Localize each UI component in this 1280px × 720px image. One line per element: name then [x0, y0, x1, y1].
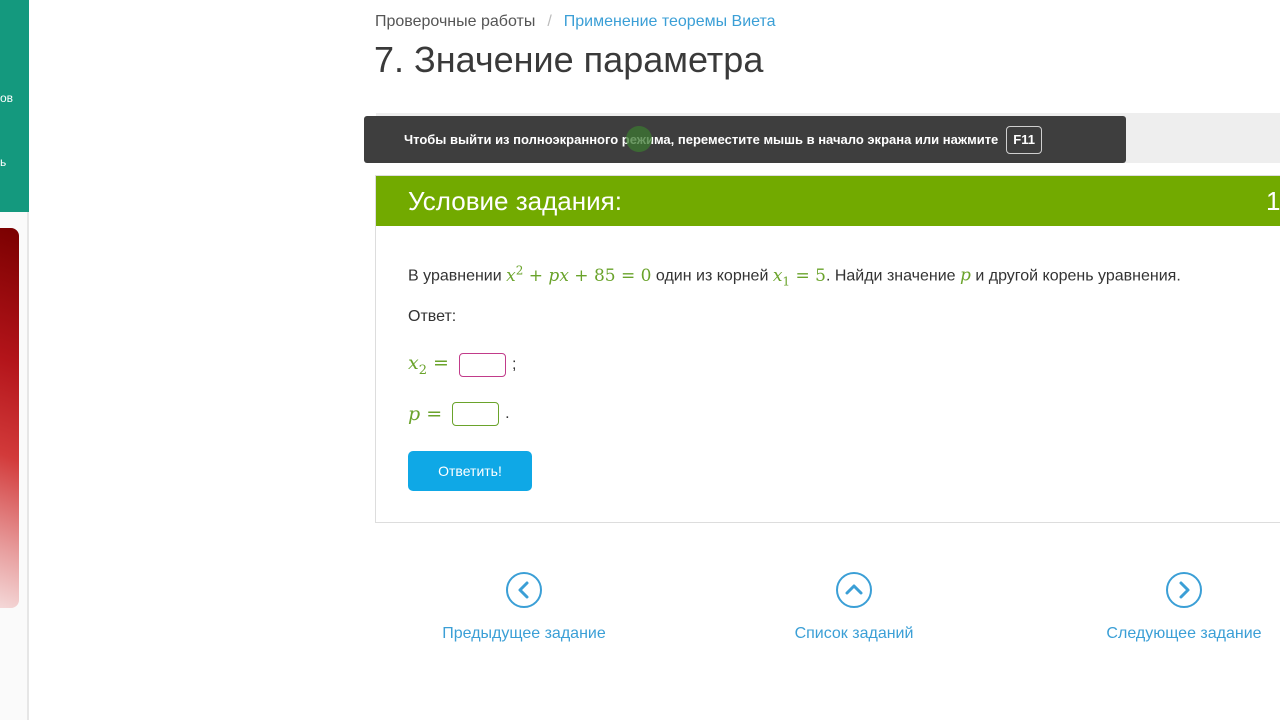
submit-answer-button[interactable]: Ответить! — [408, 451, 532, 491]
sidebar-menu: ов ь — [0, 0, 29, 212]
next-task-link[interactable]: Следующее задание — [1074, 572, 1280, 644]
answer-terminator: . — [505, 405, 510, 422]
breadcrumb: Проверочные работы / Применение теоремы Ви… — [375, 12, 776, 32]
previous-task-label[interactable]: Предыдущее задание — [414, 624, 634, 644]
task-text-segment: В уравнении — [408, 267, 507, 285]
task-score-number: 1 — [1266, 186, 1280, 216]
math-var: x — [408, 352, 419, 374]
math-expression: + 85 = 0 — [568, 265, 652, 286]
math-var: x — [506, 265, 516, 286]
fullscreen-toast-message: Чтобы выйти из полноэкранного режима, пе… — [404, 132, 999, 147]
task-list-link[interactable]: Список заданий — [744, 572, 964, 644]
task-card-title: Условие задания: — [408, 186, 622, 216]
task-text-segment: . Найди значение — [825, 267, 961, 285]
x2-label: x2 = — [408, 352, 449, 378]
task-statement: В уравнении x2 + px + 85 = 0 один из кор… — [408, 259, 1181, 292]
math-operator: = — [427, 352, 449, 374]
next-task-label[interactable]: Следующее задание — [1074, 624, 1280, 644]
math-subscript: 1 — [782, 274, 791, 289]
math-var: p — [548, 265, 560, 286]
breadcrumb-parent[interactable]: Проверочные работы — [375, 13, 535, 30]
breadcrumb-current[interactable]: Применение теоремы Виета — [564, 13, 776, 30]
math-operator: = — [420, 403, 443, 425]
breadcrumb-separator: / — [547, 13, 552, 30]
sidebar-banner[interactable] — [0, 228, 19, 608]
math-var: x — [772, 265, 783, 286]
chevron-left-icon[interactable] — [506, 572, 542, 608]
math-operator: + — [523, 265, 549, 286]
answer-label: Ответ: — [408, 308, 457, 325]
param-var: p — [960, 265, 971, 286]
task-card: Условие задания: 1 В уравнении x2 + px +… — [375, 175, 1280, 523]
math-expression: = 5 — [790, 265, 826, 286]
answer-separator: ; — [511, 355, 517, 373]
answer-row-x2: x2 = ; — [408, 352, 516, 378]
sidebar-item-label[interactable]: ь — [0, 155, 6, 169]
root-expression: x1 = 5 — [772, 265, 826, 289]
task-card-header: Условие задания: 1 — [376, 176, 1280, 226]
x2-answer-input[interactable] — [458, 352, 506, 377]
task-list-label[interactable]: Список заданий — [744, 624, 964, 644]
math-var: p — [408, 403, 421, 425]
task-text-segment: и другой корень уравнения. — [970, 267, 1181, 285]
p-label: p = — [408, 403, 442, 425]
page-title: 7. Значение параметра — [374, 39, 764, 80]
chevron-right-icon[interactable] — [1166, 572, 1202, 608]
fullscreen-toast: Чтобы выйти из полноэкранного режима, пе… — [364, 116, 1126, 163]
math-var: x — [559, 265, 569, 286]
fullscreen-key-badge: F11 — [1006, 125, 1042, 154]
task-text-segment: один из корней — [651, 267, 773, 285]
p-answer-input[interactable] — [452, 402, 500, 426]
previous-task-link[interactable]: Предыдущее задание — [414, 572, 634, 644]
math-subscript: 2 — [418, 362, 427, 378]
mouse-cursor-highlight — [626, 126, 652, 152]
chevron-up-icon[interactable] — [836, 572, 872, 608]
answer-row-p: p = . — [408, 402, 510, 426]
sidebar-item-label[interactable]: ов — [0, 91, 13, 105]
equation: x2 + px + 85 = 0 — [506, 263, 652, 286]
left-sidebar: ов ь — [0, 0, 29, 720]
